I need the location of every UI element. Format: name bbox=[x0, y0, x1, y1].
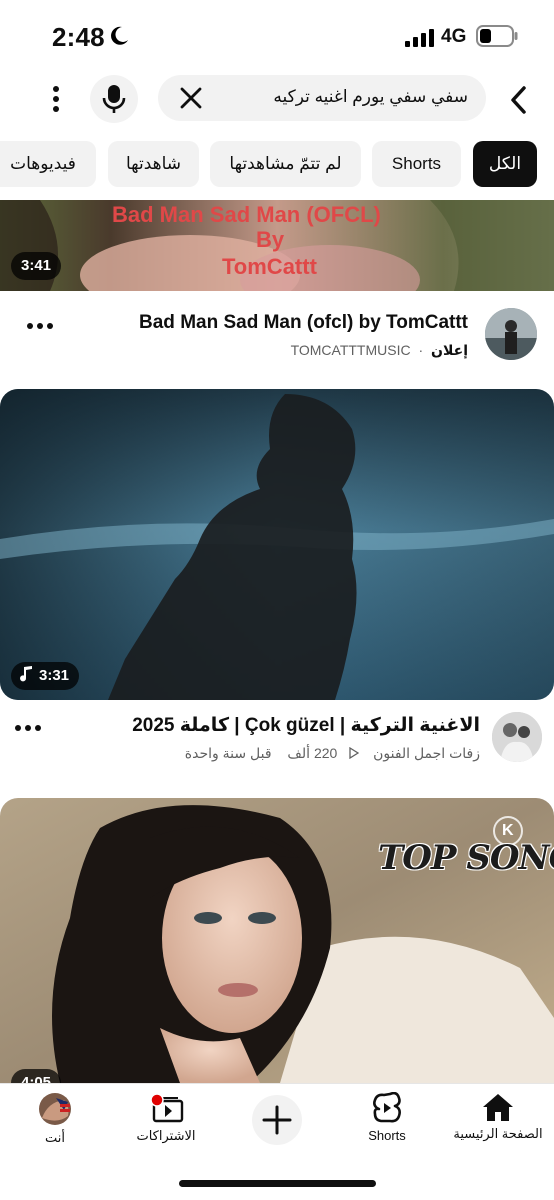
chip-unwatched[interactable]: لم تتمّ مشاهدتها bbox=[210, 141, 361, 187]
more-horiz-icon[interactable] bbox=[14, 718, 44, 738]
view-count: 220 ألف bbox=[287, 745, 338, 761]
chip-shorts[interactable]: Shorts bbox=[372, 141, 461, 187]
duration-badge: 3:41 bbox=[11, 252, 62, 280]
duration-badge: 3:31 bbox=[11, 662, 80, 690]
ad-badge: إعلان bbox=[431, 342, 468, 358]
nav-home[interactable]: الصفحة الرئيسية bbox=[443, 1092, 553, 1156]
mic-icon bbox=[102, 85, 126, 113]
video-thumbnail[interactable]: TOP SONGS K 4:05 bbox=[0, 798, 554, 1083]
thumbnail-title-line2: By bbox=[256, 227, 285, 252]
search-header: سفي سفي يورم اغنيه تركيه bbox=[0, 72, 554, 126]
avatar-image bbox=[485, 308, 537, 360]
video-title[interactable]: الاغنية التركية | Çok güzel | كاملة 2025 bbox=[132, 714, 480, 737]
play-icon bbox=[349, 746, 360, 760]
voice-search-button[interactable] bbox=[90, 75, 138, 123]
channel-avatar-tomcattt[interactable] bbox=[485, 308, 537, 360]
search-input[interactable]: سفي سفي يورم اغنيه تركيه bbox=[158, 75, 486, 121]
back-icon[interactable] bbox=[504, 80, 534, 120]
thumbnail-title-line3: TomCattt bbox=[222, 254, 317, 279]
status-time: 2:48 bbox=[52, 22, 105, 52]
video-thumbnail-ad[interactable]: Bad Man Sad Man (OFCL) By TomCattt 3:41 bbox=[0, 200, 554, 291]
more-horiz-icon[interactable] bbox=[26, 316, 56, 336]
nav-subscriptions[interactable]: الاشتراكات bbox=[111, 1092, 221, 1156]
nav-label-shorts: Shorts bbox=[368, 1128, 406, 1143]
nav-you[interactable]: أنت bbox=[0, 1092, 110, 1156]
video-thumbnail[interactable]: 3:31 bbox=[0, 389, 554, 700]
filter-chips: الكل Shorts لم تتمّ مشاهدتها شاهدتها فيد… bbox=[0, 141, 554, 189]
thumbnail-title-line1: Bad Man Sad Man (OFCL) bbox=[112, 202, 381, 227]
avatar-image bbox=[492, 712, 542, 762]
thumbnail-image bbox=[0, 389, 554, 700]
battery-icon bbox=[476, 25, 518, 47]
channel-avatar[interactable] bbox=[492, 712, 542, 762]
duration-badge: 4:05 bbox=[11, 1069, 62, 1083]
video-meta: إعلان · TOMCATTTMUSIC bbox=[291, 342, 468, 359]
video-meta: زفات اجمل الفنون 220 ألف قبل سنة واحدة bbox=[185, 745, 480, 762]
nav-shorts[interactable]: Shorts bbox=[332, 1092, 442, 1156]
channel-badge-letter: K bbox=[502, 822, 514, 839]
home-indicator bbox=[179, 1180, 376, 1187]
signal-icon bbox=[405, 29, 434, 47]
nav-create[interactable] bbox=[222, 1094, 332, 1158]
clear-icon[interactable] bbox=[178, 85, 204, 111]
chip-videos[interactable]: فيديوهات bbox=[0, 141, 96, 187]
bottom-navigation: الصفحة الرئيسية Shorts الاشتراكات أنت bbox=[0, 1083, 554, 1200]
music-note-icon bbox=[20, 666, 32, 682]
video-title[interactable]: Bad Man Sad Man (ofcl) by TomCattt bbox=[139, 312, 468, 334]
chip-watched[interactable]: شاهدتها bbox=[108, 141, 199, 187]
channel-name[interactable]: TOMCATTTMUSIC bbox=[291, 342, 411, 358]
nav-label-you: أنت bbox=[45, 1130, 65, 1145]
create-icon bbox=[252, 1095, 302, 1145]
duration-text: 3:31 bbox=[39, 667, 70, 684]
status-bar: 2:48 4G bbox=[0, 0, 554, 72]
shorts-icon bbox=[373, 1092, 401, 1123]
moon-icon bbox=[111, 26, 128, 45]
subscriptions-icon bbox=[150, 1093, 184, 1123]
account-avatar bbox=[39, 1093, 71, 1125]
upload-age: قبل سنة واحدة bbox=[184, 745, 272, 761]
nav-label-subscriptions: الاشتراكات bbox=[136, 1128, 196, 1143]
network-type: 4G bbox=[441, 26, 467, 47]
nav-label-home: الصفحة الرئيسية bbox=[453, 1126, 543, 1141]
meta-separator: · bbox=[418, 342, 424, 358]
channel-name[interactable]: زفات اجمل الفنون bbox=[373, 745, 480, 761]
home-icon bbox=[483, 1094, 513, 1121]
search-query[interactable]: سفي سفي يورم اغنيه تركيه bbox=[273, 87, 468, 107]
chip-all[interactable]: الكل bbox=[473, 141, 537, 187]
more-vert-icon[interactable] bbox=[44, 84, 68, 114]
thumbnail-overlay-text: TOP SONGS bbox=[378, 838, 554, 878]
